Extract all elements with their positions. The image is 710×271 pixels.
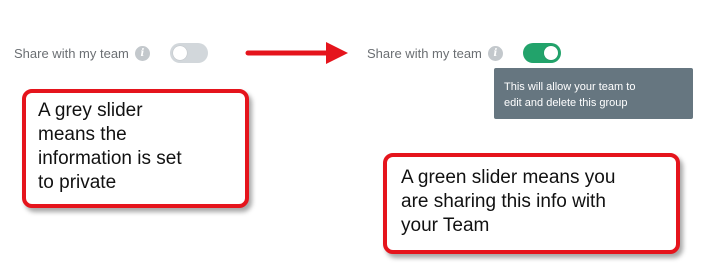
callout-line-2: means the	[38, 124, 127, 145]
red-arrow-annotation	[245, 42, 348, 64]
toggle-knob	[543, 46, 558, 60]
callout-line-1: A grey slider	[38, 100, 143, 121]
tooltip-line-1: This will allow your team to	[504, 81, 636, 93]
callout-line-4: to private	[38, 172, 117, 193]
share-with-team-label: Share with my team	[14, 45, 129, 61]
callout-line-1: A green slider means you	[401, 167, 616, 188]
green-slider-callout: A green slider means you are sharing thi…	[383, 153, 680, 254]
share-setting-shared: Share with my team i	[367, 43, 561, 63]
callout-line-3: information is set	[38, 148, 182, 169]
share-toggle-on[interactable]	[522, 43, 561, 63]
grey-slider-callout: A grey slider means the information is s…	[22, 89, 249, 208]
share-with-team-label: Share with my team	[367, 45, 482, 61]
info-icon[interactable]: i	[134, 45, 150, 61]
share-toggle-off[interactable]	[169, 43, 208, 63]
callout-line-3: your Team	[401, 215, 490, 236]
callout-line-2: are sharing this info with	[401, 191, 606, 212]
tooltip-line-2: edit and delete this group	[504, 97, 628, 109]
toggle-knob	[172, 46, 187, 60]
share-setting-private: Share with my team i	[14, 43, 208, 63]
info-icon[interactable]: i	[487, 45, 503, 61]
share-tooltip: This will allow your team to edit and de…	[494, 68, 693, 119]
